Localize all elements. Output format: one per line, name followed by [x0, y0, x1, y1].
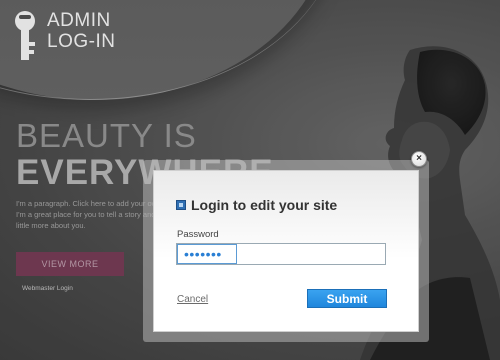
site-icon — [176, 200, 186, 210]
password-value: ••••••• — [177, 244, 237, 264]
modal-title-text: Login to edit your site — [191, 197, 338, 213]
password-label: Password — [177, 229, 219, 240]
submit-button[interactable]: Submit — [307, 289, 387, 308]
modal-title: Login to edit your site — [176, 197, 337, 213]
password-field[interactable]: ••••••• — [176, 243, 386, 265]
login-modal: Login to edit your site Password •••••••… — [153, 170, 419, 332]
close-icon[interactable]: × — [411, 151, 427, 167]
cancel-link[interactable]: Cancel — [177, 294, 208, 305]
page: ADMIN LOG-IN BEAUTY IS EVERYWHERE I'm a … — [0, 0, 500, 360]
